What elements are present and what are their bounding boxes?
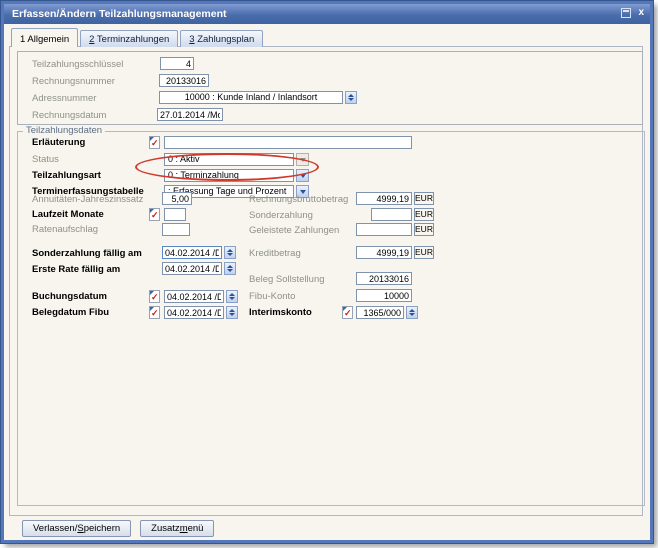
kreditbetrag-unit: EUR bbox=[414, 246, 434, 259]
groupbox-title: Teilzahlungsdaten bbox=[23, 125, 105, 136]
interimskonto-field[interactable] bbox=[356, 306, 404, 319]
interimskonto-spinner[interactable] bbox=[406, 306, 418, 319]
rechnungsdatum-label: Rechnungsdatum bbox=[32, 110, 106, 121]
tab-allgemein[interactable]: 1 Allgemein bbox=[11, 28, 78, 47]
sonderzahlung-unit: EUR bbox=[414, 208, 434, 221]
teilzahlungsart-dropdown-arrow-icon[interactable] bbox=[296, 169, 309, 182]
status-dropdown[interactable]: 0 : Aktiv bbox=[164, 153, 294, 166]
laufzeit-monate-field[interactable] bbox=[164, 208, 186, 221]
sonderzahlung-label: Sonderzahlung bbox=[249, 210, 313, 221]
titlebar[interactable]: Erfassen/Ändern Teilzahlungsmanagement x bbox=[4, 4, 650, 24]
ratenaufschlag-label: Ratenaufschlag bbox=[32, 224, 98, 235]
erlaeuterung-field[interactable] bbox=[164, 136, 412, 149]
rechnungsdatum-field[interactable] bbox=[157, 108, 223, 121]
sonderzahlung-faellig-date-field[interactable] bbox=[162, 246, 222, 259]
kreditbetrag-field[interactable] bbox=[356, 246, 412, 259]
fibu-konto-label: Fibu-Konto bbox=[249, 291, 295, 302]
sonderzahlung-faellig-spinner[interactable] bbox=[224, 246, 236, 259]
sonderzahlung-field[interactable] bbox=[371, 208, 412, 221]
interimskonto-label: Interimskonto bbox=[249, 307, 312, 318]
buchungsdatum-date-field[interactable] bbox=[164, 290, 224, 303]
teilzahlungsart-label: Teilzahlungsart bbox=[32, 170, 101, 181]
rechnungsbrutto-label: Rechnungsbruttobetrag bbox=[249, 194, 348, 205]
laufzeit-monate-label: Laufzeit Monate bbox=[32, 209, 104, 220]
window-title: Erfassen/Ändern Teilzahlungsmanagement bbox=[4, 4, 650, 24]
teilzahlungsart-dropdown[interactable]: 0 : Terminzahlung bbox=[164, 169, 294, 182]
rechnungsbrutto-unit: EUR bbox=[414, 192, 434, 205]
adressnummer-label: Adressnummer bbox=[32, 93, 96, 104]
beleg-sollstellung-field[interactable] bbox=[356, 272, 412, 285]
status-label: Status bbox=[32, 154, 59, 165]
edit-check-icon[interactable] bbox=[149, 306, 160, 319]
kreditbetrag-label: Kreditbetrag bbox=[249, 248, 301, 259]
maximize-icon[interactable] bbox=[621, 8, 631, 18]
tab-zahlungsplan[interactable]: 3 Zahlungsplan bbox=[180, 30, 263, 47]
teilzahlungsschluessel-label: Teilzahlungsschlüssel bbox=[32, 59, 123, 70]
rechnungsbrutto-field[interactable] bbox=[356, 192, 412, 205]
tab-terminzahlungen[interactable]: 2 Terminzahlungen bbox=[80, 30, 178, 47]
erste-rate-spinner[interactable] bbox=[224, 262, 236, 275]
titlebar-controls: x bbox=[621, 8, 644, 18]
erlaeuterung-label: Erläuterung bbox=[32, 137, 85, 148]
edit-check-icon[interactable] bbox=[149, 136, 160, 149]
erste-rate-label: Erste Rate fällig am bbox=[32, 264, 120, 275]
buchungsdatum-spinner[interactable] bbox=[226, 290, 238, 303]
dialog-window: Erfassen/Ändern Teilzahlungsmanagement x… bbox=[1, 1, 653, 543]
teilzahlungsschluessel-field[interactable] bbox=[160, 57, 194, 70]
adressnummer-combo[interactable]: 10000 : Kunde Inland / Inlandsort bbox=[159, 91, 343, 104]
rechnungsnummer-label: Rechnungsnummer bbox=[32, 76, 115, 87]
rechnungsnummer-field[interactable] bbox=[159, 74, 209, 87]
geleistete-zahlungen-label: Geleistete Zahlungen bbox=[249, 225, 339, 236]
annuitaeten-label: Annuitäten-Jahreszinssatz bbox=[32, 194, 143, 205]
adressnummer-spinner[interactable] bbox=[345, 91, 357, 104]
button-row: Verlassen/Speichern Zusatzmenü bbox=[22, 520, 214, 537]
verlassen-speichern-button[interactable]: Verlassen/Speichern bbox=[22, 520, 131, 537]
buchungsdatum-label: Buchungsdatum bbox=[32, 291, 107, 302]
screen: Erfassen/Ändern Teilzahlungsmanagement x… bbox=[0, 0, 658, 548]
close-icon[interactable]: x bbox=[638, 8, 644, 18]
sonderzahlung-faellig-label: Sonderzahlung fällig am bbox=[32, 248, 142, 259]
belegdatum-fibu-date-field[interactable] bbox=[164, 306, 224, 319]
edit-check-icon[interactable] bbox=[149, 290, 160, 303]
geleistete-zahlungen-field[interactable] bbox=[356, 223, 412, 236]
annuitaeten-field[interactable] bbox=[162, 192, 192, 205]
zusatzmenu-button[interactable]: Zusatzmenü bbox=[140, 520, 214, 537]
belegdatum-fibu-spinner[interactable] bbox=[226, 306, 238, 319]
geleistete-zahlungen-unit: EUR bbox=[414, 223, 434, 236]
edit-check-icon[interactable] bbox=[342, 306, 353, 319]
tab-strip: 1 Allgemein 2 Terminzahlungen 3 Zahlungs… bbox=[11, 28, 263, 47]
status-dropdown-arrow-icon bbox=[296, 153, 309, 166]
belegdatum-fibu-label: Belegdatum Fibu bbox=[32, 307, 109, 318]
beleg-sollstellung-label: Beleg Sollstellung bbox=[249, 274, 325, 285]
erste-rate-date-field[interactable] bbox=[162, 262, 222, 275]
edit-check-icon[interactable] bbox=[149, 208, 160, 221]
ratenaufschlag-field[interactable] bbox=[162, 223, 190, 236]
fibu-konto-field[interactable] bbox=[356, 289, 412, 302]
